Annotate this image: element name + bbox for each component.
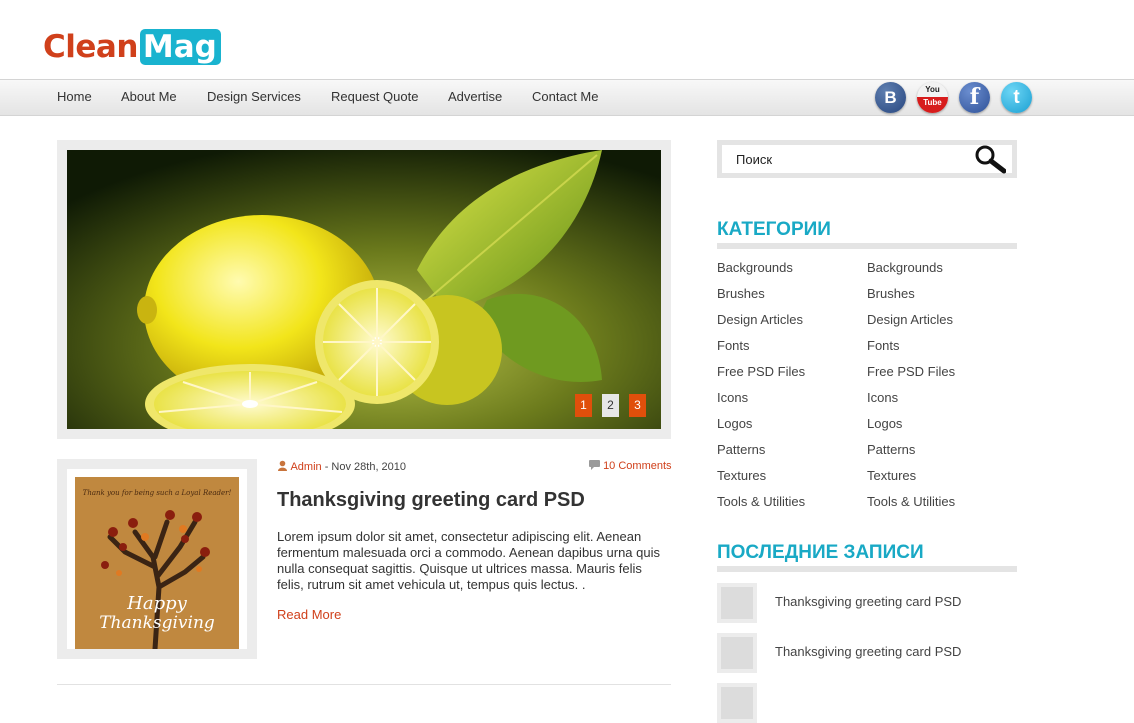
category-link[interactable]: Fonts [717,338,750,353]
slider-page-1[interactable]: 1 [575,394,592,417]
nav-home[interactable]: Home [57,80,92,115]
category-link[interactable]: Tools & Utilities [717,494,805,509]
category-link[interactable]: Logos [717,416,752,431]
facebook-glyph: f [969,84,980,110]
card-thanksgiving-text: Thanksgiving [99,613,215,633]
post-comments: 10 Comments [589,460,672,472]
vk-glyph: B [884,88,897,107]
youtube-you-text: You [925,85,940,94]
read-more-link[interactable]: Read More [277,607,341,622]
logo[interactable]: Clean Mag [43,29,221,65]
nav-advertise[interactable]: Advertise [448,80,502,115]
post-divider [57,684,671,685]
post-thumbnail-inner: Thank you for being such a Loyal Reader!… [67,469,247,649]
nav-design-services[interactable]: Design Services [207,80,301,115]
slider-page-2[interactable]: 2 [602,394,619,417]
search-box [717,140,1017,178]
category-link[interactable]: Logos [867,416,902,431]
post-meta: Admin - Nov 28th, 2010 [277,460,406,473]
slider-page-3[interactable]: 3 [629,394,646,417]
category-link[interactable]: Textures [717,468,766,483]
category-link[interactable]: Design Articles [717,312,803,327]
category-link[interactable]: Backgrounds [717,260,793,275]
recent-post-link[interactable]: Thanksgiving greeting card PSD [775,594,961,609]
post-author-link[interactable]: Admin [290,461,321,473]
post-date: - Nov 28th, 2010 [321,461,407,473]
post-excerpt: Lorem ipsum dolor sit amet, consectetur … [277,529,660,592]
category-link[interactable]: Brushes [717,286,765,301]
twitter-icon[interactable]: t [1001,82,1032,113]
youtube-icon[interactable]: You Tube [917,82,948,113]
vk-icon[interactable]: B [875,82,906,113]
lemons-illustration [67,150,661,429]
category-link[interactable]: Design Articles [867,312,953,327]
category-link[interactable]: Free PSD Files [867,364,955,379]
recent-post-thumbnail[interactable] [717,633,757,673]
recent-posts-heading-underline [717,566,1017,572]
slider-image-lemons[interactable] [67,150,661,429]
comments-link[interactable]: 10 Comments [603,460,671,472]
thanksgiving-card-image: Thank you for being such a Loyal Reader!… [75,477,239,649]
post-thumbnail[interactable]: Thank you for being such a Loyal Reader!… [57,459,257,659]
comment-icon [589,460,603,472]
recent-post-link[interactable]: Thanksgiving greeting card PSD [775,644,961,659]
post-title-link[interactable]: Thanksgiving greeting card PSD [277,489,585,512]
category-link[interactable]: Textures [867,468,916,483]
search-icon [975,145,1007,174]
category-link[interactable]: Patterns [867,442,915,457]
recent-post-thumbnail[interactable] [717,583,757,623]
category-link[interactable]: Icons [717,390,748,405]
logo-text-clean: Clean [43,29,138,65]
nav-request-quote[interactable]: Request Quote [331,80,418,115]
search-input[interactable] [722,145,1012,173]
facebook-icon[interactable]: f [959,82,990,113]
nav-contact-me[interactable]: Contact Me [532,80,598,115]
twitter-glyph: t [1013,87,1020,108]
recent-posts-heading: ПОСЛЕДНИЕ ЗАПИСИ [717,542,924,563]
card-happy-text: Happy [127,593,187,614]
categories-heading-underline [717,243,1017,249]
recent-post-thumbnail[interactable] [717,683,757,723]
youtube-tube-text: Tube [917,97,948,113]
category-link[interactable]: Icons [867,390,898,405]
user-icon [277,460,290,473]
main-navigation: Home About Me Design Services Request Qu… [0,79,1134,116]
category-link[interactable]: Fonts [867,338,900,353]
logo-text-mag: Mag [139,29,221,65]
category-link[interactable]: Free PSD Files [717,364,805,379]
category-link[interactable]: Tools & Utilities [867,494,955,509]
category-link[interactable]: Patterns [717,442,765,457]
category-link[interactable]: Backgrounds [867,260,943,275]
categories-heading: КАТЕГОРИИ [717,219,831,240]
category-link[interactable]: Brushes [867,286,915,301]
search-button[interactable] [974,144,1007,174]
nav-about-me[interactable]: About Me [121,80,177,115]
